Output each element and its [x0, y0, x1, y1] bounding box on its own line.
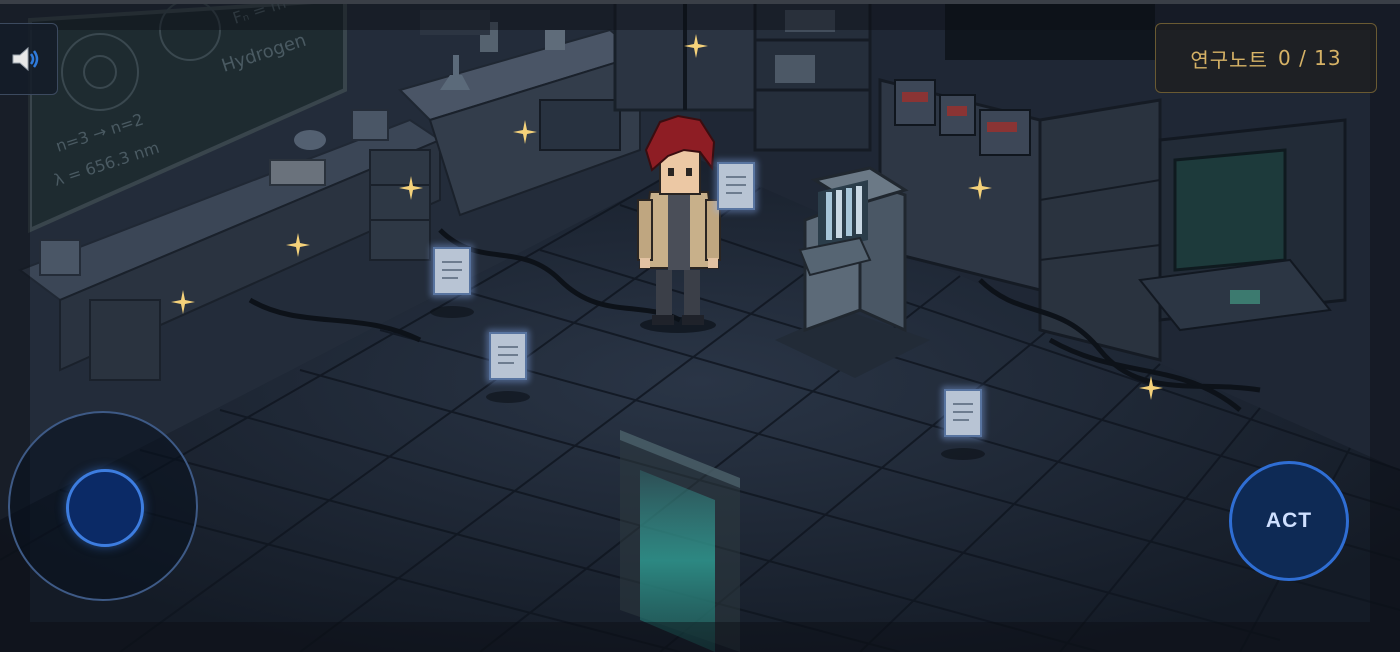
- research-notes-counter: 연구노트 0 / 13: [1155, 23, 1377, 93]
- act-button[interactable]: ACT: [1229, 461, 1349, 581]
- research-note[interactable]: [714, 159, 758, 213]
- act-button-label: ACT: [1265, 509, 1313, 532]
- notes-label: 연구노트: [1190, 47, 1268, 72]
- speaker-volume-icon: [12, 46, 39, 72]
- top-border: [0, 0, 1400, 4]
- game-scene: Fₙ = m Hydrogen n=3 → n=2 λ = 656.3 nm: [0, 0, 1400, 652]
- sound-toggle-button[interactable]: [0, 23, 58, 95]
- notes-count: 0 / 13: [1277, 46, 1342, 70]
- virtual-joystick[interactable]: [8, 411, 198, 601]
- joystick-knob[interactable]: [66, 469, 144, 547]
